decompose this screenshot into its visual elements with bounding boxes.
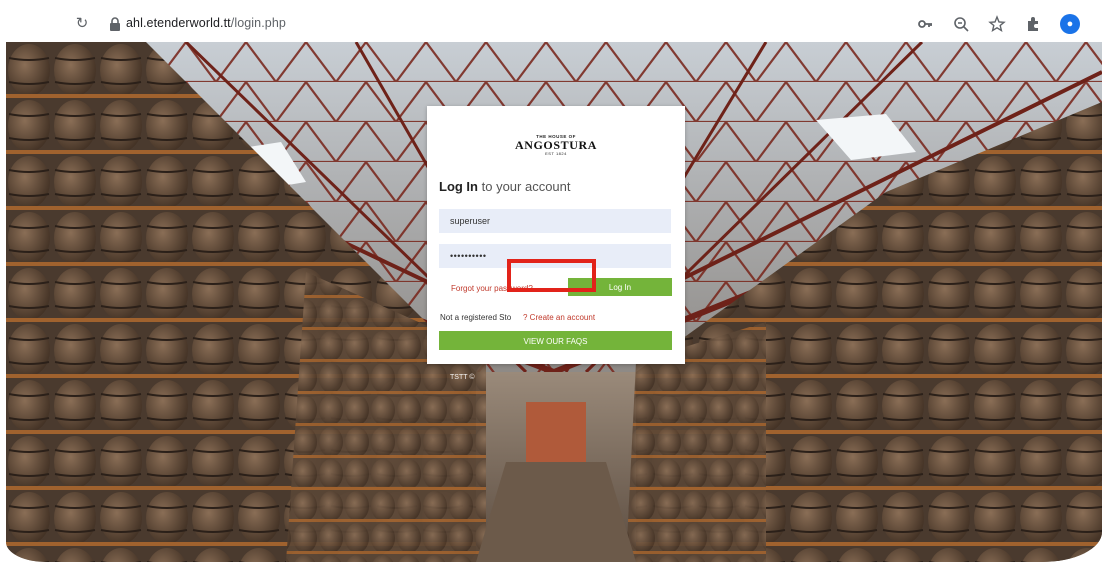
address-bar[interactable]: ahl.etenderworld.tt/login.php	[126, 16, 286, 30]
zoom-icon[interactable]	[952, 15, 970, 33]
profile-avatar[interactable]: ●	[1060, 14, 1080, 34]
footer-copyright: TSTT ©	[450, 374, 475, 381]
toolbar-icons: ●	[916, 14, 1080, 34]
create-account-link[interactable]: ? Create an account	[523, 313, 595, 322]
url-host: ahl.etenderworld.tt	[126, 16, 231, 30]
login-card: THE HOUSE OF ANGOSTURA EST 1824 Log In t…	[427, 106, 685, 364]
extensions-icon[interactable]	[1024, 15, 1042, 33]
view-faqs-button[interactable]: VIEW OUR FAQS	[439, 331, 672, 350]
screenshot-frame: ↻ ahl.etenderworld.tt/login.php ● THE HO…	[0, 0, 1107, 568]
lock-icon	[110, 17, 120, 31]
annotation-highlight-box	[507, 259, 596, 292]
key-icon[interactable]	[916, 15, 934, 33]
url-path: /login.php	[230, 16, 286, 30]
star-icon[interactable]	[988, 15, 1006, 33]
login-heading: Log In to your account	[439, 179, 571, 194]
angostura-logo: THE HOUSE OF ANGOSTURA EST 1824	[427, 134, 685, 156]
page-viewport: THE HOUSE OF ANGOSTURA EST 1824 Log In t…	[6, 42, 1102, 562]
not-registered-text: Not a registered Sto	[440, 313, 512, 322]
login-heading-rest: to your account	[478, 179, 571, 194]
browser-toolbar: ↻ ahl.etenderworld.tt/login.php ●	[10, 6, 1100, 44]
logo-name: ANGOSTURA	[514, 138, 598, 152]
reload-icon[interactable]: ↻	[74, 16, 90, 32]
logo-est: EST 1824	[545, 151, 567, 156]
username-input[interactable]	[439, 209, 671, 233]
login-heading-bold: Log In	[439, 179, 478, 194]
